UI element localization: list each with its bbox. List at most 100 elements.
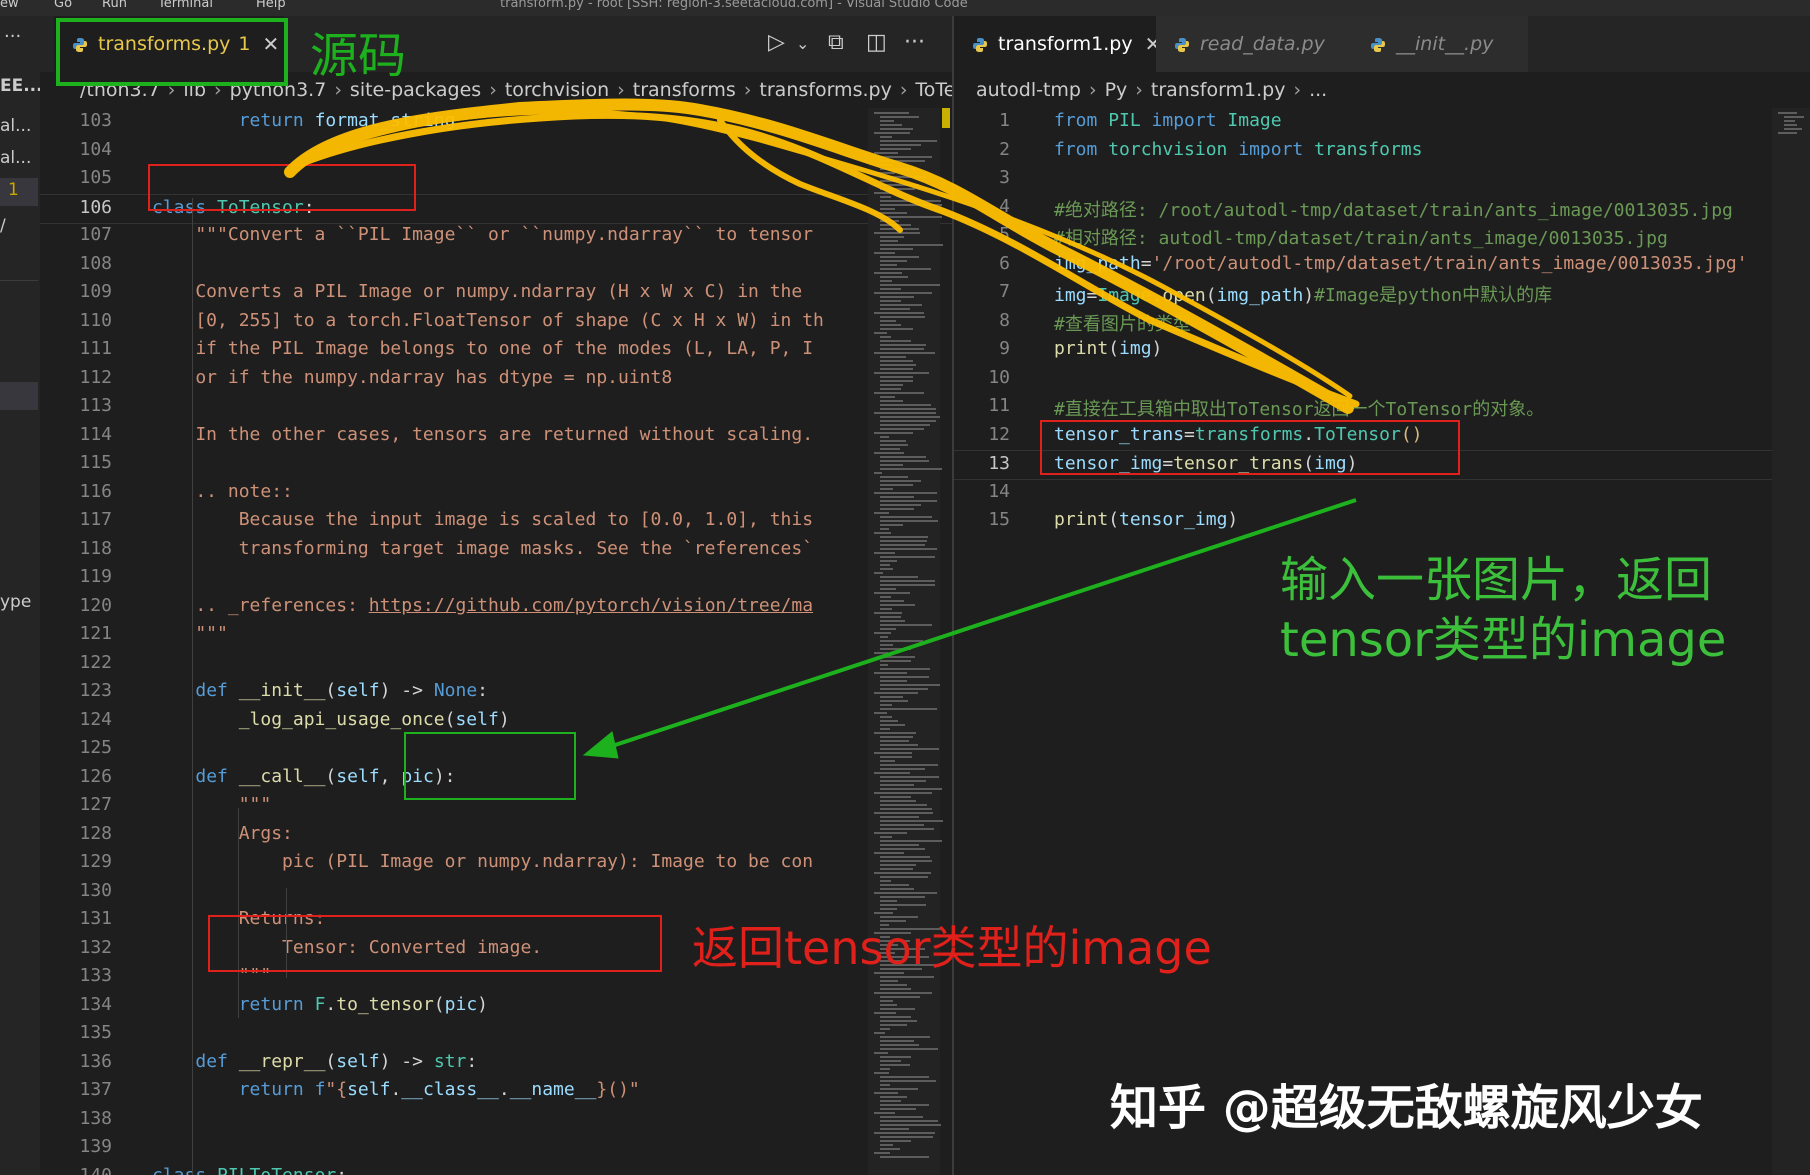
code-line[interactable]: 117 Because the input image is scaled to… (40, 507, 952, 535)
code-line[interactable]: 113 (40, 393, 952, 421)
code-token: ) (477, 993, 488, 1015)
code-line[interactable]: 127 """ (40, 792, 952, 820)
code-line[interactable]: 139 (40, 1134, 952, 1162)
code-line[interactable]: 119 (40, 564, 952, 592)
code-line[interactable]: 111 if the PIL Image belongs to one of t… (40, 336, 952, 364)
code-line[interactable]: 126 def __call__(self, pic): (40, 764, 952, 792)
breadcrumb-item[interactable]: transforms.py (759, 79, 891, 101)
breadcrumb-item[interactable]: /thon3.7 (80, 79, 160, 101)
code-line[interactable]: 105 (40, 165, 952, 193)
code-line[interactable]: 3 (954, 165, 1810, 193)
code-line[interactable]: 137 return f"{self.__class__.__name__}()… (40, 1077, 952, 1105)
code-line[interactable]: 4 #绝对路径: /root/autodl-tmp/dataset/train/a… (954, 194, 1810, 222)
code-area-left[interactable]: 103 return format_string 104 105 106 class T… (40, 108, 952, 1175)
code-line[interactable]: 124 _log_api_usage_once(self) (40, 707, 952, 735)
explorer-fragment[interactable]: / (0, 216, 6, 236)
code-line[interactable]: 123 def __init__(self) -> None: (40, 678, 952, 706)
code-token: #相对路径: autodl-tmp/dataset/train/ants_ima… (1054, 228, 1668, 249)
more-actions-icon[interactable]: ··· (904, 30, 925, 55)
code-line[interactable]: 132 Tensor: Converted image. (40, 935, 952, 963)
code-line[interactable]: 121 """ (40, 621, 952, 649)
menu-item-help[interactable]: Help (256, 0, 286, 11)
code-line[interactable]: 118 transforming target image masks. See… (40, 536, 952, 564)
code-line[interactable]: 108 (40, 251, 952, 279)
run-dropdown-icon[interactable]: ⌄ (796, 34, 809, 53)
code-line[interactable]: 125 (40, 735, 952, 763)
menu-item-run[interactable]: Run (102, 0, 127, 11)
breadcrumb-item[interactable]: site-packages (350, 79, 481, 101)
tab-transforms-py[interactable]: transforms.py 1 ✕ (54, 16, 284, 72)
more-icon[interactable]: ··· (4, 26, 21, 47)
code-line[interactable]: 129 pic (PIL Image or numpy.ndarray): Im… (40, 849, 952, 877)
explorer-fragment[interactable]: EE... (0, 76, 43, 96)
breadcrumb-item[interactable]: autodl-tmp (976, 79, 1081, 101)
code-line[interactable]: 115 (40, 450, 952, 478)
minimap-right[interactable] (1772, 108, 1810, 1175)
code-line[interactable]: 120 .. _references: https://github.com/p… (40, 593, 952, 621)
split-editor-icon[interactable]: ◫ (866, 30, 887, 55)
code-area-right[interactable]: 1 from PIL import Image 2 from torchvision … (954, 108, 1810, 1175)
code-line[interactable]: 135 (40, 1020, 952, 1048)
breadcrumb-item[interactable]: Py (1105, 79, 1128, 101)
code-line[interactable]: 130 (40, 878, 952, 906)
run-icon[interactable]: ▷ (768, 30, 785, 55)
code-line[interactable]: 107 """Convert a ``PIL Image`` or ``nump… (40, 222, 952, 250)
code-line[interactable]: 110 [0, 255] to a torch.FloatTensor of s… (40, 308, 952, 336)
tab-init-py[interactable]: __init__.py (1352, 16, 1528, 72)
code-line[interactable]: 106 class ToTensor: (40, 193, 952, 224)
code-line[interactable]: 8 #查看图片的类型 (954, 308, 1810, 336)
code-line[interactable]: 1 from PIL import Image (954, 108, 1810, 136)
menu-item-view[interactable]: ew (0, 0, 19, 11)
breadcrumb-item[interactable]: transform1.py (1151, 79, 1286, 101)
code-line[interactable]: 2 from torchvision import transforms (954, 137, 1810, 165)
tab-read-data-py[interactable]: read_data.py (1156, 16, 1352, 72)
code-line[interactable]: 13 tensor_img=tensor_trans(img) (954, 450, 1810, 480)
code-line[interactable]: 112 or if the numpy.ndarray has dtype = … (40, 365, 952, 393)
line-content: .. _references: https://github.com/pytor… (152, 595, 813, 616)
code-line[interactable]: 10 (954, 365, 1810, 393)
open-changes-icon[interactable]: ⧉ (828, 30, 844, 55)
code-line[interactable]: 128 Args: (40, 821, 952, 849)
explorer-fragment[interactable]: al... (0, 116, 31, 136)
code-token: return (238, 993, 315, 1015)
code-line[interactable]: 140 class PILToTensor: (40, 1163, 952, 1175)
code-line[interactable]: 109 Converts a PIL Image or numpy.ndarra… (40, 279, 952, 307)
code-line[interactable]: 138 (40, 1106, 952, 1134)
breadcrumb-item[interactable]: python3.7 (230, 79, 327, 101)
explorer-fragment[interactable]: ype (0, 592, 31, 612)
explorer-fragment[interactable]: al... (0, 148, 31, 168)
line-number: 117 (79, 509, 112, 530)
code-line[interactable]: 104 (40, 137, 952, 165)
breadcrumb-item[interactable]: ToTensor (915, 79, 952, 101)
close-icon[interactable]: ✕ (262, 32, 279, 56)
code-line[interactable]: 6 img_path='/root/autodl-tmp/dataset/trai… (954, 251, 1810, 279)
code-line[interactable]: 136 def __repr__(self) -> str: (40, 1049, 952, 1077)
code-token: tensor_img (1119, 509, 1228, 530)
breadcrumb-item[interactable]: transforms (633, 79, 736, 101)
breadcrumb-item[interactable]: lib (183, 79, 206, 101)
code-line[interactable]: 9 print(img) (954, 336, 1810, 364)
line-number: 109 (79, 281, 112, 302)
code-line[interactable]: 131 Returns: (40, 906, 952, 934)
code-line[interactable]: 11 #直接在工具箱中取出ToTensor返回一个ToTensor的对象。 (954, 393, 1810, 421)
code-line[interactable]: 116 .. note:: (40, 479, 952, 507)
code-line[interactable]: 103 return format_string (40, 108, 952, 136)
line-number: 14 (988, 480, 1010, 502)
code-line[interactable]: 5 #相对路径: autodl-tmp/dataset/train/ants_im… (954, 222, 1810, 250)
code-token: format_string (314, 110, 456, 131)
code-line[interactable]: 134 return F.to_tensor(pic) (40, 992, 952, 1020)
code-line[interactable]: 14 (954, 479, 1810, 507)
code-line[interactable]: 12 tensor_trans=transforms.ToTensor() (954, 422, 1810, 450)
breadcrumb-item[interactable]: ... (1309, 79, 1327, 101)
minimap-left[interactable] (868, 108, 944, 1175)
code-line[interactable]: 122 (40, 650, 952, 678)
menu-item-go[interactable]: Go (54, 0, 72, 11)
tab-transform1-py[interactable]: transform1.py ✕ (954, 16, 1161, 72)
breadcrumb-item[interactable]: torchvision (505, 79, 609, 101)
code-line[interactable]: 114 In the other cases, tensors are retu… (40, 422, 952, 450)
code-line[interactable]: 133 """ (40, 963, 952, 991)
code-line[interactable]: 15 print(tensor_img) (954, 507, 1810, 535)
menu-item-terminal[interactable]: Terminal (158, 0, 213, 11)
code-line[interactable]: 7 img=Image.open(img_path)#Image是python中默… (954, 279, 1810, 307)
